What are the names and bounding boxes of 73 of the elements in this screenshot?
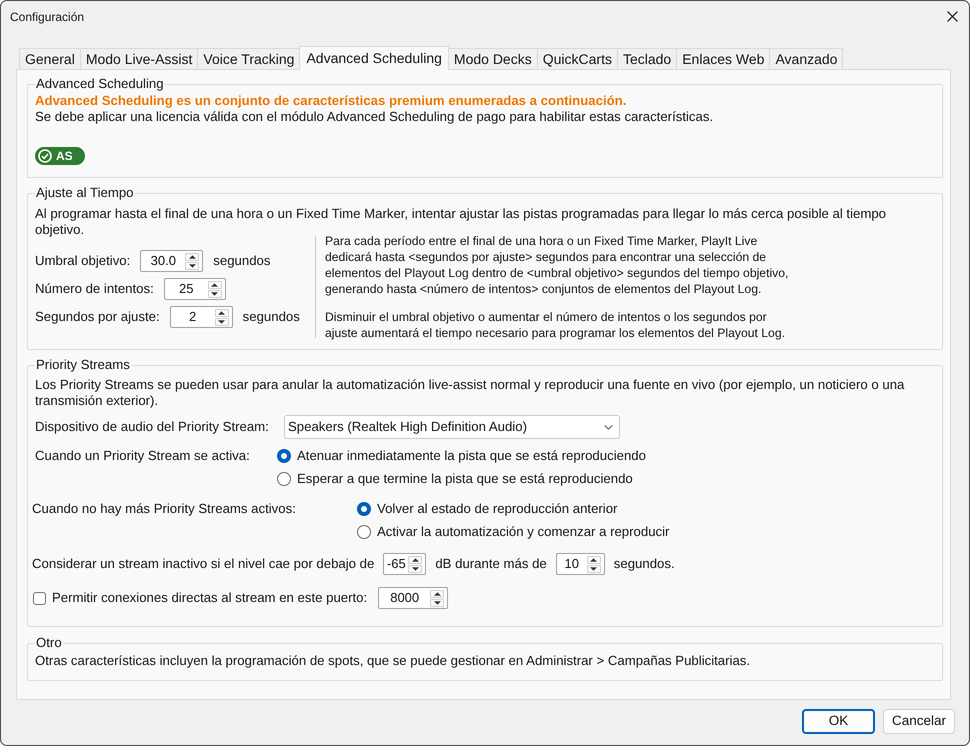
spin-box[interactable]: 30.0 [140,250,204,272]
premium-notice: Advanced Scheduling es un conjunto de características premium enumeradas a continuación. [35,93,628,109]
decrement-button[interactable] [586,564,601,572]
tab[interactable]: Avanzado [769,48,844,69]
caret-up-icon [211,282,218,286]
unit-label: segundos [242,308,300,326]
device-dropdown[interactable]: Speakers (Realtek High Definition Audio) [284,415,620,439]
chevron-down-icon [604,424,613,430]
tab[interactable]: General [19,48,81,69]
decrement-button[interactable] [430,598,444,606]
checkbox-label[interactable]: Permitir conexiones directas al stream en este puerto: [52,588,368,608]
spin-box[interactable]: 10 [556,553,605,575]
group-title: Priority Streams [35,357,131,373]
caret-up-icon [188,254,196,258]
decrement-button[interactable] [185,262,200,270]
help-text: Disminuir el umbral objetivo o aumentar el número de intentos o los segundos por ajuste aumentará el tiempo necesario para programar los elementos del Playout Log. [325,309,786,341]
group-title: Otro [35,635,63,651]
spin-box[interactable]: 2 [170,306,233,328]
caret-down-icon [211,292,218,296]
field-label: Dispositivo de audio del Priority Stream: [35,418,270,436]
unit-label: segundos. [614,555,675,574]
section-description: Los Priority Streams se pueden usar para anular la automatización live-assist normal y reproducir una fuente en vivo (por ejemplo, un noticiero o una transmisión exterior). [35,377,906,409]
tab[interactable]: Advanced Scheduling [299,46,449,70]
caret-down-icon [218,320,226,324]
caret-up-icon [434,592,441,596]
caret-down-icon [434,600,441,604]
decrement-button[interactable] [214,318,229,326]
spin-box[interactable]: -65 [383,553,426,575]
radio-label[interactable]: Activar la automatización y comenzar a reproducir [377,522,670,542]
spin-box[interactable]: 25 [164,278,226,300]
spin-box[interactable]: 8000 [378,587,448,609]
section-description: Otras características incluyen la programación de spots, que se puede gestionar en Administrar > Campañas Publicitarias. [35,653,752,669]
radio-button[interactable] [277,472,291,486]
decrement-button[interactable] [208,290,222,298]
checkbox[interactable] [33,592,46,604]
check-circle-icon [38,149,52,163]
increment-button[interactable] [430,590,444,598]
caret-down-icon [590,566,598,570]
increment-button[interactable] [586,556,601,564]
increment-button[interactable] [185,252,200,260]
caret-up-icon [218,310,226,314]
caret-down-icon [188,264,196,268]
dialog-button[interactable]: OK [802,709,875,734]
decrement-button[interactable] [408,564,422,572]
increment-button[interactable] [214,308,229,316]
unit-label: segundos [213,252,270,270]
group-title: Advanced Scheduling [35,76,165,92]
radio-label[interactable]: Volver al estado de reproducción anterior [377,498,618,518]
caret-down-icon [412,566,419,570]
field-label: Número de intentos: [35,280,154,298]
dialog-button[interactable]: Cancelar [883,709,955,734]
field-label: dB durante más de [435,555,547,574]
radio-button[interactable] [357,524,371,538]
radio-button[interactable] [277,448,291,462]
tab[interactable]: QuickCarts [536,48,618,69]
radio-label[interactable]: Atenuar inmediatamente la pista que se está reproduciendo [297,446,646,466]
field-label: Cuando no hay más Priority Streams activos: [32,500,297,518]
window-title: Configuración [10,8,84,26]
increment-button[interactable] [208,280,222,288]
field-label: Umbral objetivo: [35,252,130,270]
tab[interactable]: Voice Tracking [197,48,300,69]
close-icon [946,11,958,22]
group-title: Ajuste al Tiempo [35,185,134,201]
field-label: Cuando un Priority Stream se activa: [35,447,251,465]
caret-up-icon [590,558,598,562]
radio-label[interactable]: Esperar a que termine la pista que se está reproduciendo [297,468,633,488]
radio-button[interactable] [357,502,371,516]
badge-label: AS [56,150,73,162]
caret-up-icon [412,558,419,562]
increment-button[interactable] [408,556,422,564]
field-label: Considerar un stream inactivo si el nivel cae por debajo de [32,555,374,574]
license-description: Se debe aplicar una licencia válida con el módulo Advanced Scheduling de pago para habilitar estas características. [35,109,714,125]
field-label: Segundos por ajuste: [35,308,160,326]
